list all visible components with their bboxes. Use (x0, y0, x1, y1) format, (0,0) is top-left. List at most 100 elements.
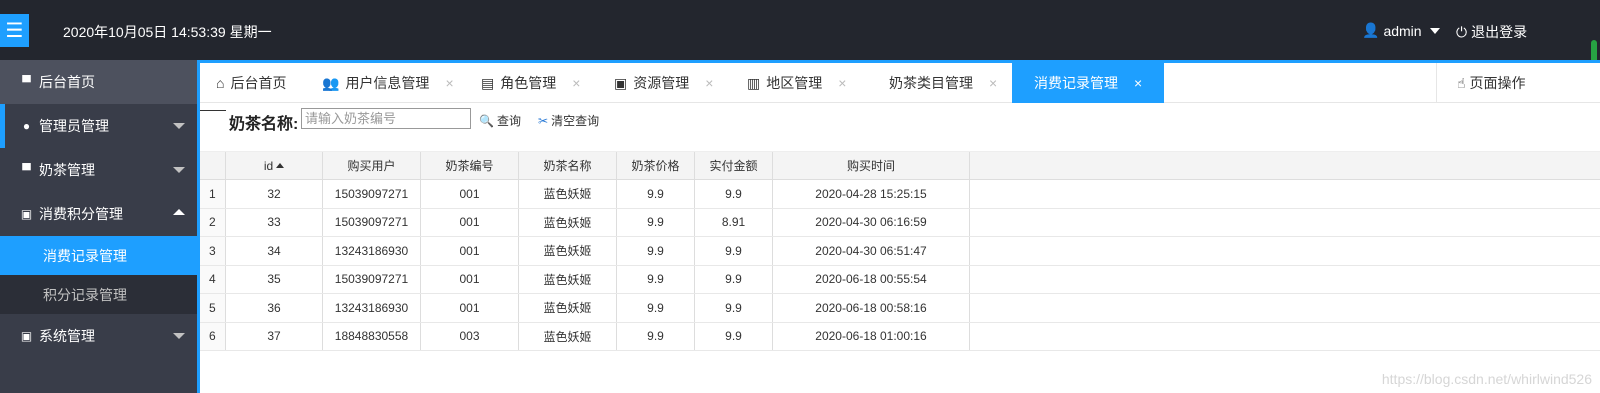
column-header-id[interactable]: id (226, 152, 323, 179)
close-icon[interactable]: × (705, 75, 713, 91)
close-icon[interactable]: × (1134, 75, 1142, 91)
cell-price: 9.9 (617, 265, 695, 293)
cell-user: 18848830558 (323, 322, 421, 350)
cell-user: 13243186930 (323, 294, 421, 322)
user-menu[interactable]: 👤 admin (1362, 22, 1440, 39)
table-row[interactable]: 2 33 15039097271 001 蓝色妖姬 9.9 8.91 2020-04-30 0… (200, 208, 1600, 237)
role-icon: ▤ (481, 74, 495, 91)
home-icon: ⌂ (216, 75, 225, 91)
cell-id: 37 (226, 322, 323, 350)
close-icon[interactable]: × (989, 75, 997, 91)
divider (200, 110, 226, 111)
sidebar-item-admin[interactable]: ● 管理员管理 (0, 104, 197, 148)
table-row[interactable]: 6 37 18848830558 003 蓝色妖姬 9.9 9.9 2020-06-18 01… (200, 322, 1600, 351)
cell-paid: 9.9 (695, 237, 773, 265)
search-label: 奶茶名称: (229, 116, 299, 133)
cell-id: 35 (226, 265, 323, 293)
hand-pointer-icon: ☝ (1457, 74, 1466, 91)
logout-button[interactable]: ⏻ 退出登录 (1456, 22, 1527, 42)
tab-label: 消费记录管理 (1034, 75, 1118, 91)
watermark: https://blog.csdn.net/whirlwind526 (1381, 371, 1592, 387)
sidebar-subitem-points-records[interactable]: 积分记录管理 (0, 275, 197, 314)
chevron-down-icon (173, 333, 185, 339)
close-icon[interactable]: × (445, 75, 453, 91)
row-number: 6 (200, 322, 226, 350)
cell-code: 001 (421, 180, 519, 208)
sidebar-item-label: 后台首页 (39, 74, 95, 90)
chevron-up-icon (173, 209, 185, 215)
cell-time: 2020-06-18 00:55:54 (773, 265, 970, 293)
table-row[interactable]: 5 36 13243186930 001 蓝色妖姬 9.9 9.9 2020-06-18 00… (200, 294, 1600, 323)
search-input[interactable] (301, 108, 471, 129)
row-number: 3 (200, 237, 226, 265)
cell-name: 蓝色妖姬 (519, 180, 617, 208)
tab-label: 后台首页 (230, 75, 287, 91)
tab-home[interactable]: ⌂ 后台首页 (216, 63, 286, 103)
column-header-price[interactable]: 奶茶价格 (617, 152, 695, 179)
sidebar-subitem-consume-records[interactable]: 消费记录管理 (0, 236, 197, 275)
tab-consume-records[interactable]: 消费记录管理 × (1012, 63, 1165, 103)
page-operations-button[interactable]: ☝ 页面操作 (1436, 63, 1600, 103)
tab-label: 用户信息管理 (345, 75, 430, 91)
table-row[interactable]: 1 32 15039097271 001 蓝色妖姬 9.9 9.9 2020-04-28 15… (200, 180, 1600, 209)
sidebar-item-consumption[interactable]: ▣ 消费积分管理 (0, 192, 197, 236)
monitor-icon: ▀ (22, 75, 31, 89)
search-bar: 奶茶名称: 🔍 查询 ✂ 清空查询 (200, 106, 1000, 136)
cell-price: 9.9 (617, 180, 695, 208)
monitor-icon: ▀ (22, 163, 31, 177)
row-number: 1 (200, 180, 226, 208)
power-icon: ⏻ (1456, 23, 1468, 40)
close-icon[interactable]: × (838, 75, 846, 91)
tab-label: 资源管理 (633, 75, 690, 91)
close-icon[interactable]: × (572, 75, 580, 91)
column-header-name[interactable]: 奶茶名称 (519, 152, 617, 179)
cell-id: 33 (226, 208, 323, 236)
query-label: 查询 (496, 114, 521, 128)
caret-down-icon (1429, 27, 1440, 34)
sidebar-item-label: 消费积分管理 (39, 206, 123, 222)
user-icon: ● (22, 119, 31, 133)
chevron-down-icon (173, 123, 185, 129)
tab-milktea-category[interactable]: 奶茶类目管理 × (889, 63, 997, 103)
cell-code: 001 (421, 294, 519, 322)
building-icon: ▥ (747, 74, 761, 91)
cell-code: 001 (421, 265, 519, 293)
table-row[interactable]: 4 35 15039097271 001 蓝色妖姬 9.9 9.9 2020-06-18 00… (200, 265, 1600, 294)
tab-label: 角色管理 (500, 75, 557, 91)
sidebar-item-label: 管理员管理 (39, 118, 109, 134)
screen-icon: ▣ (20, 207, 33, 221)
cell-time: 2020-06-18 01:00:16 (773, 322, 970, 350)
cell-user: 15039097271 (323, 208, 421, 236)
cell-time: 2020-04-30 06:51:47 (773, 237, 970, 265)
hamburger-icon[interactable]: ☰ (0, 14, 29, 47)
query-button[interactable]: 🔍 查询 (479, 112, 521, 129)
column-header-code[interactable]: 奶茶编号 (421, 152, 519, 179)
sidebar-item-label: 奶茶管理 (39, 162, 95, 178)
column-header-time[interactable]: 购买时间 (773, 152, 970, 179)
tab-regions[interactable]: ▥ 地区管理 × (747, 63, 846, 103)
cell-user: 15039097271 (323, 180, 421, 208)
screen-icon: ▣ (20, 329, 33, 343)
row-number: 5 (200, 294, 226, 322)
tab-roles[interactable]: ▤ 角色管理 × (481, 63, 580, 103)
tab-resources[interactable]: ▣ 资源管理 × (614, 63, 713, 103)
sidebar-item-system[interactable]: ▣ 系统管理 (0, 314, 197, 358)
clear-icon: ✂ (538, 113, 549, 128)
table-row[interactable]: 3 34 13243186930 001 蓝色妖姬 9.9 9.9 2020-04-30 06… (200, 237, 1600, 266)
cell-price: 9.9 (617, 322, 695, 350)
column-header-paid[interactable]: 实付金额 (695, 152, 773, 179)
datetime-display: 2020年10月05日 14:53:39 星期一 (63, 24, 272, 40)
chevron-down-icon (173, 167, 185, 173)
sidebar-item-milktea[interactable]: ▀ 奶茶管理 (0, 148, 197, 192)
cell-paid: 9.9 (695, 294, 773, 322)
clear-query-button[interactable]: ✂ 清空查询 (538, 112, 599, 129)
cell-name: 蓝色妖姬 (519, 322, 617, 350)
clear-label: 清空查询 (551, 114, 600, 128)
users-icon: 👥 (322, 74, 340, 91)
sidebar-item-home[interactable]: ▀ 后台首页 (0, 60, 197, 104)
tab-label: 地区管理 (766, 75, 823, 91)
tab-user-info[interactable]: 👥 用户信息管理 × (322, 63, 454, 103)
cell-price: 9.9 (617, 237, 695, 265)
column-header-user[interactable]: 购买用户 (323, 152, 421, 179)
rownum-header (200, 152, 226, 179)
